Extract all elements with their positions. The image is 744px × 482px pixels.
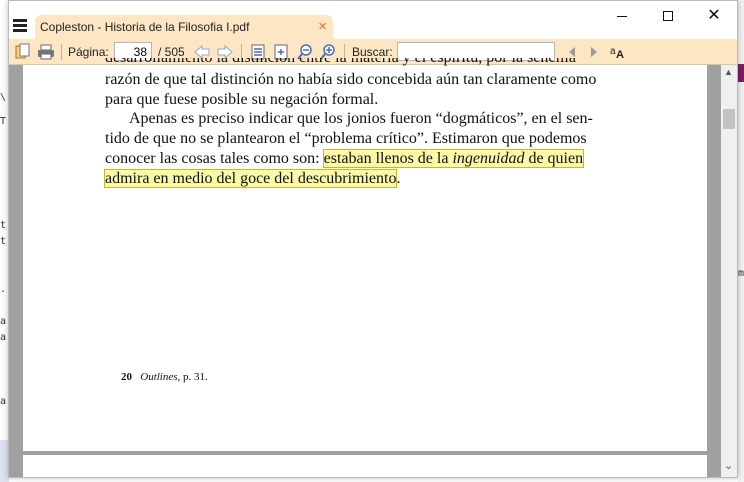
document-tab[interactable]: Copleston - Historia de la Filosofia I.p… [35,15,333,39]
highlight-annotation[interactable]: estaban llenos de la ingenuidad de quien [322,149,585,168]
minimize-button[interactable] [607,5,637,27]
document-tab-title: Copleston - Historia de la Filosofia I.p… [40,20,250,34]
scrollbar-thumb[interactable] [723,109,735,129]
background-accent-block [738,64,744,82]
pdf-viewer-window: Copleston - Historia de la Filosofia I.p… [8,0,738,478]
footnote-work: Outlines, [140,371,181,383]
open-file-icon[interactable] [14,43,32,61]
background-char: a [0,332,7,343]
background-char: \ [0,92,7,103]
maximize-icon [663,11,673,22]
print-icon[interactable] [37,43,55,61]
footnote: 20 Outlines, p. 31. [121,371,208,383]
text-line: razón de que tal distinción no había sid… [105,71,597,88]
background-char: t [0,220,7,231]
page-label: Página: [68,45,109,59]
footnote-number: 20 [121,371,132,383]
hamburger-menu-icon[interactable] [13,19,27,33]
scroll-up-icon[interactable]: ▲ [724,67,733,77]
toolbar-separator [61,44,62,60]
scroll-down-icon[interactable]: ⌄ [724,459,733,472]
page-total: / 505 [158,45,185,59]
text-segment: . [396,170,401,187]
next-pdf-page [23,455,707,477]
text-segment: de quien [524,150,584,167]
footnote-page: p. 31. [183,371,208,383]
document-view: desarrollamiento la distinción entre la … [9,58,737,477]
pdf-page: desarrollamiento la distinción entre la … [23,58,707,451]
italic-text: ingenuidad [452,150,525,167]
text-line: admira en medio del goce del descubrimie… [103,169,665,188]
vertical-scrollbar[interactable]: ▲ ⌄ [721,65,737,477]
text-line: tido de que no se plantearon el “problem… [105,130,587,147]
background-char: a [0,396,7,407]
search-label: Buscar: [352,45,393,59]
minimize-icon [617,15,627,17]
text-segment: estaban llenos de la [323,150,453,167]
background-char: t [0,236,7,247]
text-segment: conocer las cosas tales como son: [105,150,324,167]
close-tab-icon[interactable]: × [318,18,327,35]
text-line: conocer las cosas tales como son: estaba… [105,149,665,168]
text-line: para que fuese posible su negación forma… [105,91,379,108]
cut-off-line: desarrollamiento la distinción entre la … [105,58,665,67]
highlight-annotation[interactable]: admira en medio del goce del descubrimie… [103,169,398,188]
close-window-button[interactable]: ✕ [699,5,729,27]
title-bar: Copleston - Historia de la Filosofia I.p… [9,1,737,39]
maximize-button[interactable] [653,5,683,27]
text-line: Apenas es preciso indicar que los jonios… [129,110,593,127]
background-char: T [0,116,7,127]
background-char: . [0,284,7,295]
background-char: a [0,316,7,327]
background-char: m [738,268,744,279]
